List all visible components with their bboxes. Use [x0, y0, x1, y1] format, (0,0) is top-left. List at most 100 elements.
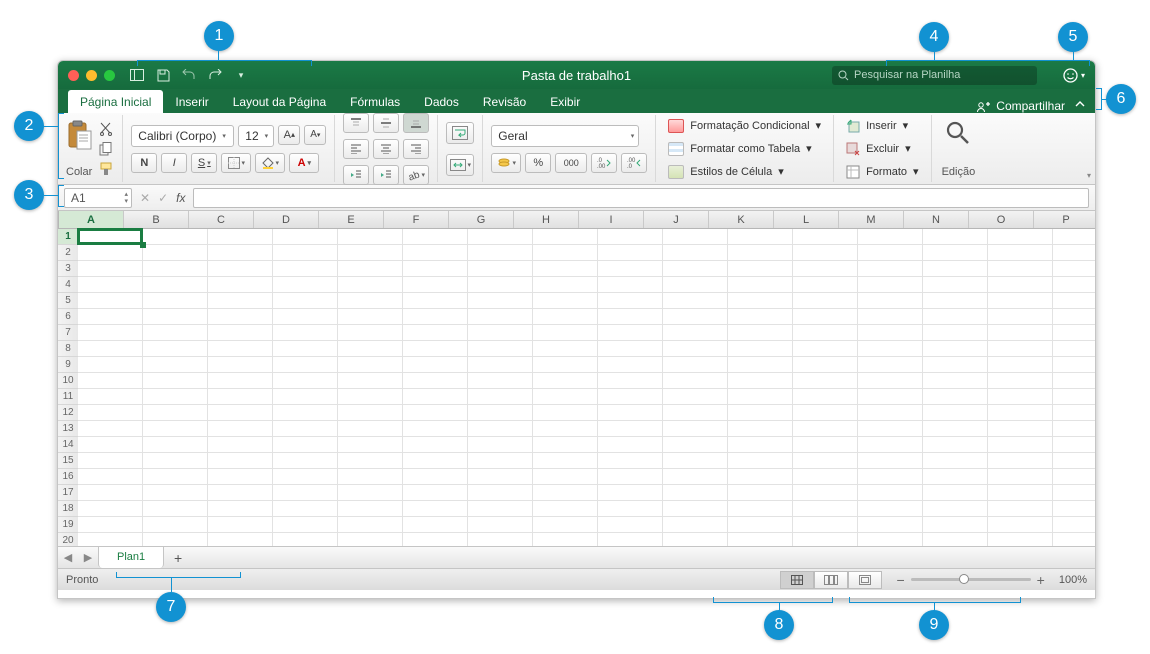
row-header[interactable]: 6 — [58, 309, 78, 325]
format-as-table-button[interactable]: Formatar como Tabela▾ — [664, 138, 825, 159]
toggle-sidebar-icon[interactable] — [129, 67, 145, 83]
font-size-select[interactable]: 12▾ — [238, 125, 274, 147]
column-header[interactable]: F — [384, 211, 449, 228]
row-header[interactable]: 7 — [58, 325, 78, 341]
column-header[interactable]: H — [514, 211, 579, 228]
column-header[interactable]: N — [904, 211, 969, 228]
tab-home[interactable]: Página Inicial — [68, 90, 163, 113]
currency-button[interactable]: ▾ — [491, 153, 521, 173]
row-header[interactable]: 4 — [58, 277, 78, 293]
tab-formulas[interactable]: Fórmulas — [338, 90, 412, 113]
align-top-button[interactable] — [343, 113, 369, 133]
column-header[interactable]: J — [644, 211, 709, 228]
row-header[interactable]: 10 — [58, 373, 78, 389]
cells-area[interactable] — [78, 229, 1095, 546]
view-page-break-button[interactable] — [848, 571, 882, 589]
row-header[interactable]: 16 — [58, 469, 78, 485]
increase-indent-button[interactable] — [373, 165, 399, 185]
row-header[interactable]: 17 — [58, 485, 78, 501]
zoom-slider[interactable] — [911, 578, 1031, 581]
orientation-button[interactable]: ab▾ — [403, 165, 429, 185]
format-cells-button[interactable]: Formato▾ — [842, 161, 923, 182]
number-format-select[interactable]: Geral▾ — [491, 125, 639, 147]
close-window-icon[interactable] — [68, 70, 79, 81]
zoom-out-button[interactable]: − — [896, 572, 904, 588]
insert-cells-button[interactable]: Inserir▾ — [842, 115, 923, 136]
thousands-button[interactable]: 000 — [555, 153, 587, 173]
row-header[interactable]: 8 — [58, 341, 78, 357]
align-center-button[interactable] — [373, 139, 399, 159]
zoom-in-button[interactable]: + — [1037, 572, 1045, 588]
column-header[interactable]: L — [774, 211, 839, 228]
align-bottom-button[interactable] — [403, 113, 429, 133]
enter-formula-icon[interactable]: ✓ — [158, 191, 168, 205]
decrease-decimal-button[interactable]: .00.0 — [621, 153, 647, 173]
row-header[interactable]: 9 — [58, 357, 78, 373]
tab-page-layout[interactable]: Layout da Página — [221, 90, 338, 113]
share-button[interactable]: Compartilhar — [976, 99, 1065, 113]
conditional-format-button[interactable]: Formatação Condicional▾ — [664, 115, 825, 136]
borders-button[interactable]: ▾ — [221, 153, 251, 173]
cut-icon[interactable] — [98, 121, 114, 137]
name-box[interactable]: A1 ▴▾ — [64, 188, 132, 208]
column-header[interactable]: D — [254, 211, 319, 228]
cancel-formula-icon[interactable]: ✕ — [140, 191, 150, 205]
search-input[interactable]: Pesquisar na Planilha — [832, 66, 1037, 85]
column-header[interactable]: G — [449, 211, 514, 228]
collapse-ribbon-button[interactable] — [1071, 95, 1089, 113]
tab-review[interactable]: Revisão — [471, 90, 538, 113]
row-header[interactable]: 3 — [58, 261, 78, 277]
row-header[interactable]: 14 — [58, 437, 78, 453]
feedback-button[interactable]: ▾ — [1063, 68, 1085, 83]
row-header[interactable]: 19 — [58, 517, 78, 533]
tab-view[interactable]: Exibir — [538, 90, 592, 113]
expand-formula-bar-icon[interactable]: ▾ — [1087, 171, 1091, 180]
column-header[interactable]: P — [1034, 211, 1095, 228]
tab-data[interactable]: Dados — [412, 90, 471, 113]
tab-insert[interactable]: Inserir — [163, 90, 220, 113]
zoom-window-icon[interactable] — [104, 70, 115, 81]
minimize-window-icon[interactable] — [86, 70, 97, 81]
save-icon[interactable] — [155, 67, 171, 83]
align-right-button[interactable] — [403, 139, 429, 159]
column-header[interactable]: M — [839, 211, 904, 228]
underline-button[interactable]: S▾ — [191, 153, 217, 173]
column-header[interactable]: K — [709, 211, 774, 228]
delete-cells-button[interactable]: Excluir▾ — [842, 138, 923, 159]
row-header[interactable]: 15 — [58, 453, 78, 469]
italic-button[interactable]: I — [161, 153, 187, 173]
formula-input[interactable] — [193, 188, 1089, 208]
fill-color-button[interactable]: ▾ — [255, 153, 285, 173]
align-middle-button[interactable] — [373, 113, 399, 133]
wrap-text-button[interactable] — [446, 122, 474, 144]
font-color-button[interactable]: A▾ — [289, 153, 319, 173]
cell-styles-button[interactable]: Estilos de Célula▾ — [664, 161, 825, 182]
merge-button[interactable]: ▾ — [446, 154, 474, 176]
align-left-button[interactable] — [343, 139, 369, 159]
column-header[interactable]: C — [189, 211, 254, 228]
row-header[interactable]: 18 — [58, 501, 78, 517]
fx-icon[interactable]: fx — [176, 191, 185, 205]
increase-decimal-button[interactable]: .0.00 — [591, 153, 617, 173]
copy-icon[interactable] — [98, 141, 114, 157]
sheet-nav-next[interactable]: ▶ — [78, 551, 98, 564]
sheet-tab[interactable]: Plan1 — [98, 546, 164, 568]
redo-icon[interactable] — [207, 67, 223, 83]
row-header[interactable]: 5 — [58, 293, 78, 309]
increase-font-button[interactable]: A▴ — [278, 125, 300, 145]
qat-customize-icon[interactable]: ▾ — [233, 67, 249, 83]
column-header[interactable]: O — [969, 211, 1034, 228]
row-header[interactable]: 12 — [58, 405, 78, 421]
percent-button[interactable]: % — [525, 153, 551, 173]
row-header[interactable]: 11 — [58, 389, 78, 405]
find-select-button[interactable]: Edição — [940, 116, 978, 182]
undo-icon[interactable] — [181, 67, 197, 83]
view-page-layout-button[interactable] — [814, 571, 848, 589]
decrease-indent-button[interactable] — [343, 165, 369, 185]
column-header[interactable]: E — [319, 211, 384, 228]
add-sheet-button[interactable]: + — [164, 550, 192, 566]
bold-button[interactable]: N — [131, 153, 157, 173]
row-header[interactable]: 2 — [58, 245, 78, 261]
row-header[interactable]: 20 — [58, 533, 78, 546]
format-painter-icon[interactable] — [98, 161, 114, 177]
